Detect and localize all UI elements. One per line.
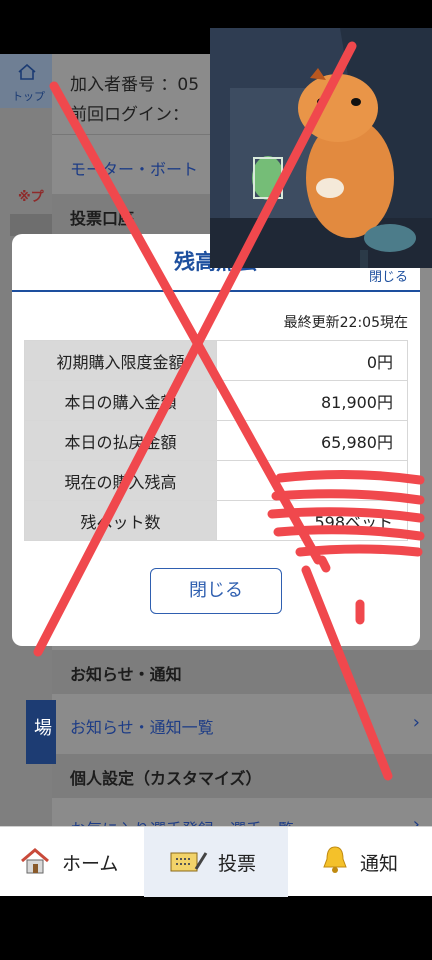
table-row: 本日の購入金額 81,900円 — [24, 380, 408, 421]
row-label: 残ベット数 — [24, 500, 217, 541]
tab-label: 投票 — [218, 853, 257, 875]
row-value: 81,900円 — [216, 380, 408, 421]
bell-icon — [323, 846, 347, 873]
last-login: 前回ログイン： — [70, 105, 189, 125]
tab-vote[interactable]: 投票 — [144, 827, 288, 897]
member-number: 加入者番号 ：05 — [70, 75, 200, 95]
row-label: 初期購入限度金額 — [24, 340, 217, 381]
table-row: 本日の払戻金額 65,980円 — [24, 420, 408, 461]
tab-notification[interactable]: 通知 — [288, 827, 432, 897]
table-row: 現在の購入残高 — [24, 460, 408, 501]
table-row: 初期購入限度金額 0円 — [24, 340, 408, 381]
motor-boat-link[interactable]: モーター・ボート — [70, 156, 198, 180]
row-label: 現在の購入残高 — [24, 460, 217, 501]
balance-modal: 残高照会 閉じる 最終更新22:05現在 初期購入限度金額 0円 本日の購入金額… — [12, 234, 420, 646]
row-label: 本日の払戻金額 — [24, 420, 217, 461]
table-row: 残ベット数 598ベット — [24, 500, 408, 541]
home-icon — [18, 64, 36, 80]
tab-label: 通知 — [360, 853, 399, 875]
row-value: 0円 — [216, 340, 408, 381]
close-button[interactable]: 閉じる — [150, 568, 282, 614]
ticket-icon — [170, 852, 208, 872]
side-button[interactable]: 場 — [26, 700, 56, 764]
bottom-tab-bar: ホーム 投票 通知 — [0, 826, 432, 897]
tab-home[interactable]: ホーム — [0, 827, 144, 897]
notice-heading: お知らせ・通知 — [70, 665, 182, 684]
balance-table: 初期購入限度金額 0円 本日の購入金額 81,900円 本日の払戻金額 65,9… — [24, 340, 408, 541]
top-button-label: トップ — [12, 90, 45, 103]
sticker-image — [210, 28, 432, 268]
notice-section: お知らせ・通知 — [52, 650, 432, 694]
tab-label: ホーム — [62, 853, 119, 875]
updated-time: 最終更新22:05現在 — [283, 315, 408, 331]
voting-account-heading: 投票口座 — [70, 209, 135, 228]
top-button[interactable]: トップ — [0, 54, 52, 108]
row-value: 65,980円 — [216, 420, 408, 461]
personal-heading: 個人設定（カスタマイズ） — [70, 769, 262, 788]
personal-section: 個人設定（カスタマイズ） — [52, 754, 432, 798]
warning-text: ※プ — [18, 190, 44, 205]
row-value — [216, 460, 408, 501]
row-value: 598ベット — [216, 500, 408, 541]
modal-title-underline — [12, 290, 420, 292]
left-field — [10, 214, 52, 236]
notice-list-link[interactable]: お知らせ・通知一覧 — [70, 714, 214, 738]
modal-close-link[interactable]: 閉じる — [369, 266, 408, 285]
row-label: 本日の購入金額 — [24, 380, 217, 421]
home-icon — [21, 848, 49, 874]
chevron-right-icon[interactable]: › — [413, 712, 420, 733]
